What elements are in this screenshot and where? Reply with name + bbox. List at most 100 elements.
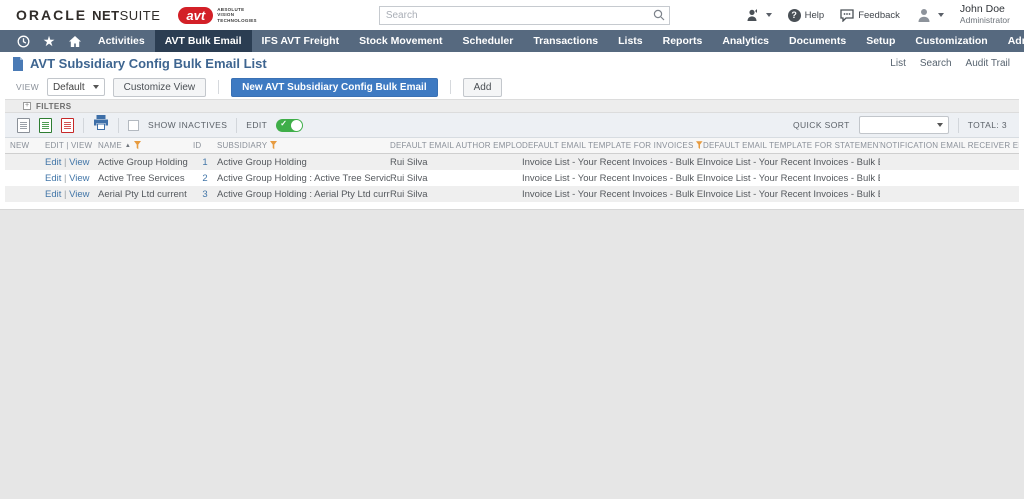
column-header[interactable]: DEFAULT EMAIL TEMPLATE FOR STATEMENT [703,141,880,150]
help-menu[interactable]: ? Help [788,9,825,22]
nav-item[interactable]: Scheduler [453,30,524,52]
page-links: List Search Audit Trail [890,58,1010,69]
home-icon[interactable] [62,30,88,52]
roles-menu[interactable] [745,9,772,22]
search-icon[interactable] [653,8,665,26]
nav-item[interactable]: Setup [856,30,905,52]
column-header[interactable]: NEW [10,141,45,150]
nav-item[interactable]: IFS AVT Freight [252,30,350,52]
table-footer-spacer [0,202,1024,209]
user-menu[interactable] [916,8,944,22]
show-inactives-label: SHOW INACTIVES [148,120,227,130]
nav-item[interactable]: Documents [779,30,856,52]
new-record-button[interactable]: New AVT Subsidiary Config Bulk Email [231,78,437,97]
column-header[interactable]: DEFAULT EMAIL TEMPLATE FOR INVOICES [522,141,703,150]
divider [450,80,451,94]
feedback-bubble-icon [840,9,854,22]
chevron-down-icon [766,13,772,17]
netsuite-wordmark-net: NET [92,8,120,23]
view-link[interactable]: View [69,157,89,168]
help-label: Help [805,10,825,21]
divider [218,80,219,94]
total-count: TOTAL: 3 [968,120,1007,130]
export-pdf-icon[interactable] [61,118,74,133]
show-inactives-checkbox[interactable] [128,120,139,131]
export-excel-icon[interactable] [39,118,52,133]
edit-link[interactable]: Edit [45,189,61,200]
expand-filters-icon[interactable]: + [23,102,31,110]
cell-edit-view: Edit | View [45,157,98,168]
view-link[interactable]: View [69,173,89,184]
cell-name: Active Tree Services [98,173,193,184]
netsuite-page: ORACLE NETSUITE avt ABSOLUTE VISION TECH… [0,0,1024,499]
table-header-row: NEWEDIT | VIEWNAME▲IDSUBSIDIARYDEFAULT E… [5,138,1019,154]
cell-statement-template: Invoice List - Your Recent Invoices - Bu… [703,173,880,184]
page-link[interactable]: Search [920,58,952,69]
recent-records-icon[interactable] [10,30,36,52]
quick-sort-select[interactable] [859,116,949,134]
roles-icon [745,9,760,22]
main-navbar: ★ ActivitiesAVT Bulk EmailIFS AVT Freigh… [0,30,1024,52]
column-header[interactable]: ID [193,141,217,150]
filters-bar[interactable]: + FILTERS [5,99,1019,113]
oracle-netsuite-logo: ORACLE NETSUITE [16,7,160,23]
cell-invoice-template: Invoice List - Your Recent Invoices - Bu… [522,189,703,200]
edit-toggle[interactable]: ✓ [276,119,303,132]
edit-link[interactable]: Edit [45,157,61,168]
edit-link[interactable]: Edit [45,173,61,184]
nav-item[interactable]: Administration & Controls [998,30,1024,52]
view-label: VIEW [16,82,39,92]
top-header: ORACLE NETSUITE avt ABSOLUTE VISION TECH… [0,0,1024,30]
column-header[interactable]: SUBSIDIARY [217,141,390,150]
view-select[interactable]: Default [47,78,105,96]
filters-label: FILTERS [36,102,72,111]
shortcuts-star-icon[interactable]: ★ [36,30,62,52]
nav-menu: ActivitiesAVT Bulk EmailIFS AVT FreightS… [88,30,1024,52]
table-row: Edit | ViewAerial Pty Ltd current3Active… [5,186,1019,202]
nav-item[interactable]: Activities [88,30,155,52]
nav-item[interactable]: Reports [653,30,713,52]
search-input[interactable] [379,6,670,25]
cell-edit-view: Edit | View [45,173,98,184]
cell-default-email-author: Rui Silva [390,189,522,200]
nav-item[interactable]: Lists [608,30,653,52]
nav-item[interactable]: Customization [905,30,997,52]
nav-item[interactable]: Analytics [712,30,779,52]
cell-id: 2 [193,173,217,184]
column-header[interactable]: EDIT | VIEW [45,141,98,150]
view-select-value: Default [53,82,85,93]
column-header[interactable]: NAME▲ [98,141,193,150]
cell-default-email-author: Rui Silva [390,157,522,168]
customize-view-button[interactable]: Customize View [113,78,207,97]
column-header[interactable]: DEFAULT EMAIL AUTHOR EMPLOYEE [390,141,522,150]
column-header[interactable]: NOTIFICATION EMAIL RECEIVER EMPLOYEE [880,141,1019,150]
chevron-down-icon [938,13,944,17]
help-icon: ? [788,9,801,22]
nav-item[interactable]: Stock Movement [349,30,452,52]
page-link[interactable]: List [890,58,906,69]
cell-statement-template: Invoice List - Your Recent Invoices - Bu… [703,157,880,168]
avt-company-logo: avt ABSOLUTE VISION TECHNOLOGIES [178,7,256,24]
feedback-menu[interactable]: Feedback [840,9,900,22]
print-icon[interactable] [93,115,109,135]
chevron-down-icon [93,85,99,89]
page-link[interactable]: Audit Trail [966,58,1010,69]
cell-statement-template: Invoice List - Your Recent Invoices - Bu… [703,189,880,200]
user-icon [916,8,932,22]
list-toolbar: SHOW INACTIVES EDIT ✓ QUICK SORT TOTAL: … [5,113,1019,138]
feedback-label: Feedback [858,10,900,21]
chevron-down-icon [937,123,943,127]
record-page-icon [12,57,24,71]
cell-name: Active Group Holding [98,157,193,168]
oracle-wordmark: ORACLE [16,7,87,23]
cell-subsidiary: Active Group Holding [217,157,390,168]
nav-item[interactable]: AVT Bulk Email [155,30,252,52]
add-button[interactable]: Add [463,78,503,97]
page-background [0,209,1024,499]
view-link[interactable]: View [69,189,89,200]
nav-item[interactable]: Transactions [523,30,608,52]
export-csv-icon[interactable] [17,118,30,133]
quick-sort-label: QUICK SORT [793,120,850,130]
avt-logo-badge: avt [178,7,213,24]
global-search [379,5,670,25]
